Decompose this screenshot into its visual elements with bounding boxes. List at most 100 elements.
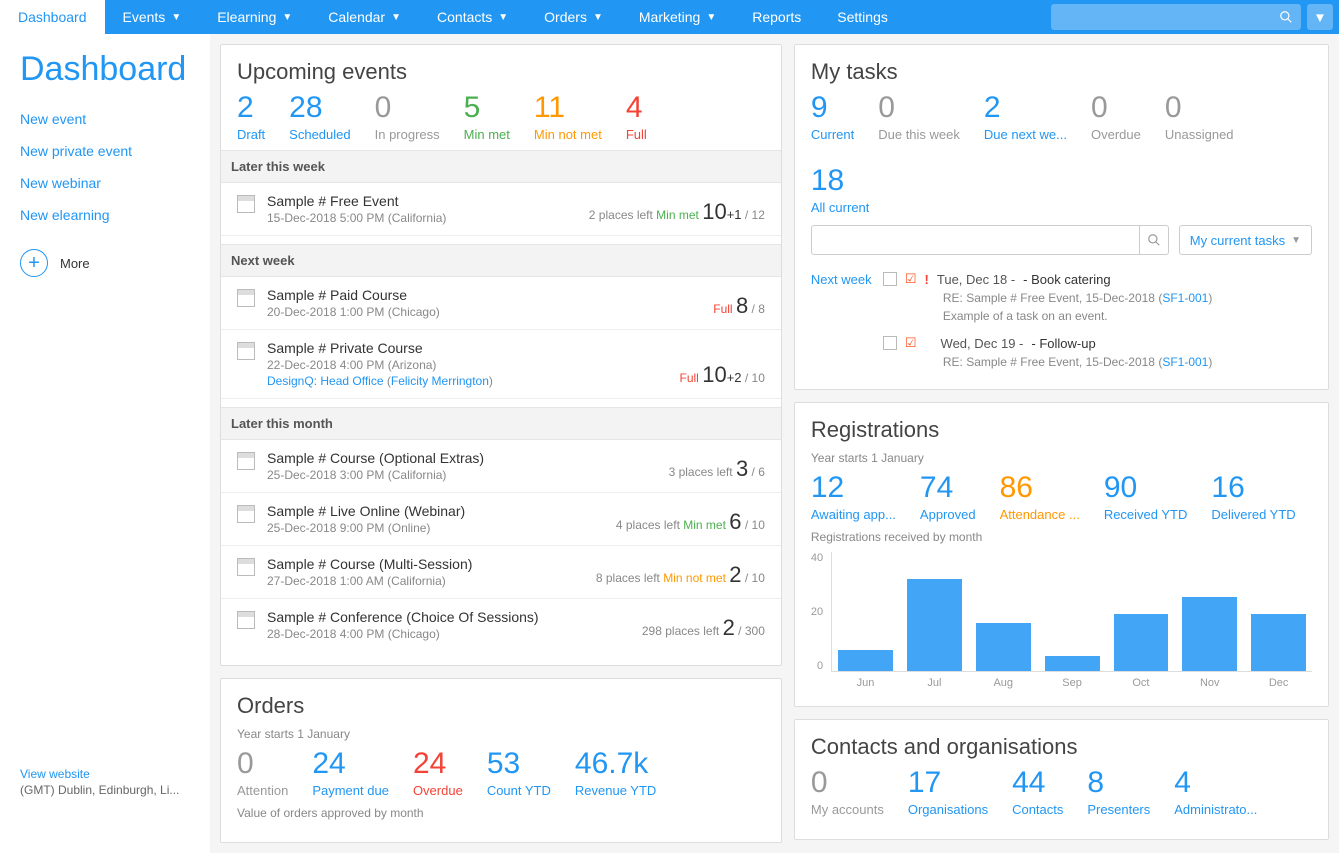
global-search-input[interactable] bbox=[1051, 4, 1271, 30]
registrations-chart-title: Registrations received by month bbox=[811, 530, 1312, 544]
sidebar-link[interactable]: New private event bbox=[20, 135, 190, 167]
x-tick: Aug bbox=[993, 677, 1013, 689]
stat[interactable]: 12Awaiting app... bbox=[811, 473, 896, 522]
stat-label: Min not met bbox=[534, 127, 602, 142]
sidebar-link[interactable]: New webinar bbox=[20, 167, 190, 199]
event-row[interactable]: Sample # Free Event15-Dec-2018 5:00 PM (… bbox=[221, 183, 781, 236]
stat[interactable]: 0Attention bbox=[237, 749, 288, 798]
calendar-icon bbox=[237, 558, 255, 576]
event-person-link[interactable]: Felicity Merrington bbox=[391, 374, 489, 388]
event-title: Sample # Course (Multi-Session) bbox=[267, 556, 596, 572]
stat[interactable]: 2Due next we... bbox=[984, 93, 1067, 142]
orders-panel: Orders Year starts 1 January 0Attention2… bbox=[220, 678, 782, 843]
event-capacity: 2 places left Min met 10+1 / 12 bbox=[589, 199, 765, 225]
task-date: Tue, Dec 18 - bbox=[937, 272, 1015, 287]
search-icon[interactable] bbox=[1139, 225, 1169, 255]
chart-bar bbox=[976, 623, 1031, 671]
task-item[interactable]: Next week☑!Tue, Dec 18 - - Book catering… bbox=[811, 265, 1312, 329]
stat-number: 24 bbox=[413, 749, 463, 779]
event-row[interactable]: Sample # Course (Optional Extras)25-Dec-… bbox=[221, 440, 781, 493]
stat[interactable]: 86Attendance ... bbox=[1000, 473, 1080, 522]
event-org-link[interactable]: DesignQ: Head Office bbox=[267, 374, 384, 388]
stat[interactable]: 0Overdue bbox=[1091, 93, 1141, 142]
stat-number: 4 bbox=[626, 93, 647, 123]
nav-calendar[interactable]: Calendar▼ bbox=[310, 0, 419, 34]
chart-bar bbox=[1045, 656, 1100, 671]
stat-number: 11 bbox=[534, 93, 602, 123]
global-search-button[interactable] bbox=[1271, 4, 1301, 30]
stat[interactable]: 0Due this week bbox=[878, 93, 960, 142]
caret-down-icon: ▼ bbox=[171, 12, 181, 23]
stat[interactable]: 9Current bbox=[811, 93, 854, 142]
calendar-icon bbox=[237, 289, 255, 307]
event-row[interactable]: Sample # Conference (Choice Of Sessions)… bbox=[221, 599, 781, 651]
stat[interactable]: 4 Administrato... bbox=[1174, 768, 1257, 817]
stat[interactable]: 24Overdue bbox=[413, 749, 463, 798]
stat-number: 8 bbox=[1087, 768, 1150, 798]
stat-label: Administrato... bbox=[1174, 802, 1257, 817]
event-row[interactable]: Sample # Live Online (Webinar)25-Dec-201… bbox=[221, 493, 781, 546]
event-row[interactable]: Sample # Course (Multi-Session)27-Dec-20… bbox=[221, 546, 781, 599]
event-row[interactable]: Sample # Paid Course20-Dec-2018 1:00 PM … bbox=[221, 277, 781, 330]
nav-reports[interactable]: Reports bbox=[734, 0, 819, 34]
view-website-link[interactable]: View website bbox=[20, 767, 179, 781]
nav-marketing[interactable]: Marketing▼ bbox=[621, 0, 734, 34]
stat[interactable]: 74Approved bbox=[920, 473, 976, 522]
stat[interactable]: 8Presenters bbox=[1087, 768, 1150, 817]
stat[interactable]: 18All current bbox=[811, 166, 870, 215]
stat[interactable]: 16Delivered YTD bbox=[1211, 473, 1295, 522]
stat[interactable]: 44Contacts bbox=[1012, 768, 1063, 817]
nav-dashboard[interactable]: Dashboard bbox=[0, 0, 105, 34]
stat[interactable]: 0In progress bbox=[375, 93, 440, 142]
stat[interactable]: 24Payment due bbox=[312, 749, 389, 798]
sidebar-link[interactable]: New elearning bbox=[20, 199, 190, 231]
stat[interactable]: 0My accounts bbox=[811, 768, 884, 817]
event-status-tag: Min not met bbox=[663, 571, 726, 585]
task-filter-dropdown[interactable]: My current tasks ▼ bbox=[1179, 225, 1312, 255]
stat[interactable]: 90Received YTD bbox=[1104, 473, 1188, 522]
stat[interactable]: 46.7kRevenue YTD bbox=[575, 749, 656, 798]
stat-number: 24 bbox=[312, 749, 389, 779]
more-button[interactable]: + More bbox=[20, 249, 190, 277]
stat[interactable]: 53Count YTD bbox=[487, 749, 551, 798]
stat[interactable]: 5Min met bbox=[464, 93, 510, 142]
nav-elearning[interactable]: Elearning▼ bbox=[199, 0, 310, 34]
stat[interactable]: 2Draft bbox=[237, 93, 265, 142]
stat[interactable]: 17Organisations bbox=[908, 768, 988, 817]
event-meta: 22-Dec-2018 4:00 PM (Arizona) bbox=[267, 358, 680, 372]
task-ref-link[interactable]: SF1-001 bbox=[1162, 291, 1208, 305]
task-checkbox[interactable] bbox=[883, 272, 897, 286]
task-title: - Follow-up bbox=[1031, 336, 1095, 351]
stat-label: Revenue YTD bbox=[575, 783, 656, 798]
event-title: Sample # Free Event bbox=[267, 193, 589, 209]
chart-bar bbox=[838, 650, 893, 671]
stat[interactable]: 28Scheduled bbox=[289, 93, 350, 142]
stat[interactable]: 4Full bbox=[626, 93, 647, 142]
task-ref-link[interactable]: SF1-001 bbox=[1162, 355, 1208, 369]
event-title: Sample # Conference (Choice Of Sessions) bbox=[267, 609, 642, 625]
contacts-heading: Contacts and organisations bbox=[811, 734, 1312, 760]
stat[interactable]: 11 Min not met bbox=[534, 93, 602, 142]
event-row[interactable]: Sample # Private Course22-Dec-2018 4:00 … bbox=[221, 330, 781, 399]
task-search-input[interactable] bbox=[811, 225, 1169, 255]
orders-chart-title: Value of orders approved by month bbox=[237, 806, 765, 820]
nav-orders[interactable]: Orders▼ bbox=[526, 0, 621, 34]
sidebar-link[interactable]: New event bbox=[20, 103, 190, 135]
more-label: More bbox=[60, 256, 90, 271]
caret-down-icon: ▼ bbox=[1291, 235, 1301, 246]
nav-settings[interactable]: Settings bbox=[819, 0, 906, 34]
stat-label: Attention bbox=[237, 783, 288, 798]
task-checkbox[interactable] bbox=[883, 336, 897, 350]
stat-number: 5 bbox=[464, 93, 510, 123]
stat-number: 28 bbox=[289, 93, 350, 123]
stat-label: Awaiting app... bbox=[811, 507, 896, 522]
upcoming-heading: Upcoming events bbox=[237, 59, 765, 85]
stat[interactable]: 0Unassigned bbox=[1165, 93, 1234, 142]
task-title: - Book catering bbox=[1023, 272, 1110, 287]
global-dropdown-button[interactable]: ▼ bbox=[1307, 4, 1333, 30]
task-item[interactable]: ☑Wed, Dec 19 - - Follow-upRE: Sample # F… bbox=[811, 329, 1312, 375]
nav-contacts[interactable]: Contacts▼ bbox=[419, 0, 526, 34]
stat-number: 4 bbox=[1174, 768, 1257, 798]
nav-events[interactable]: Events▼ bbox=[105, 0, 200, 34]
stat-number: 90 bbox=[1104, 473, 1188, 503]
